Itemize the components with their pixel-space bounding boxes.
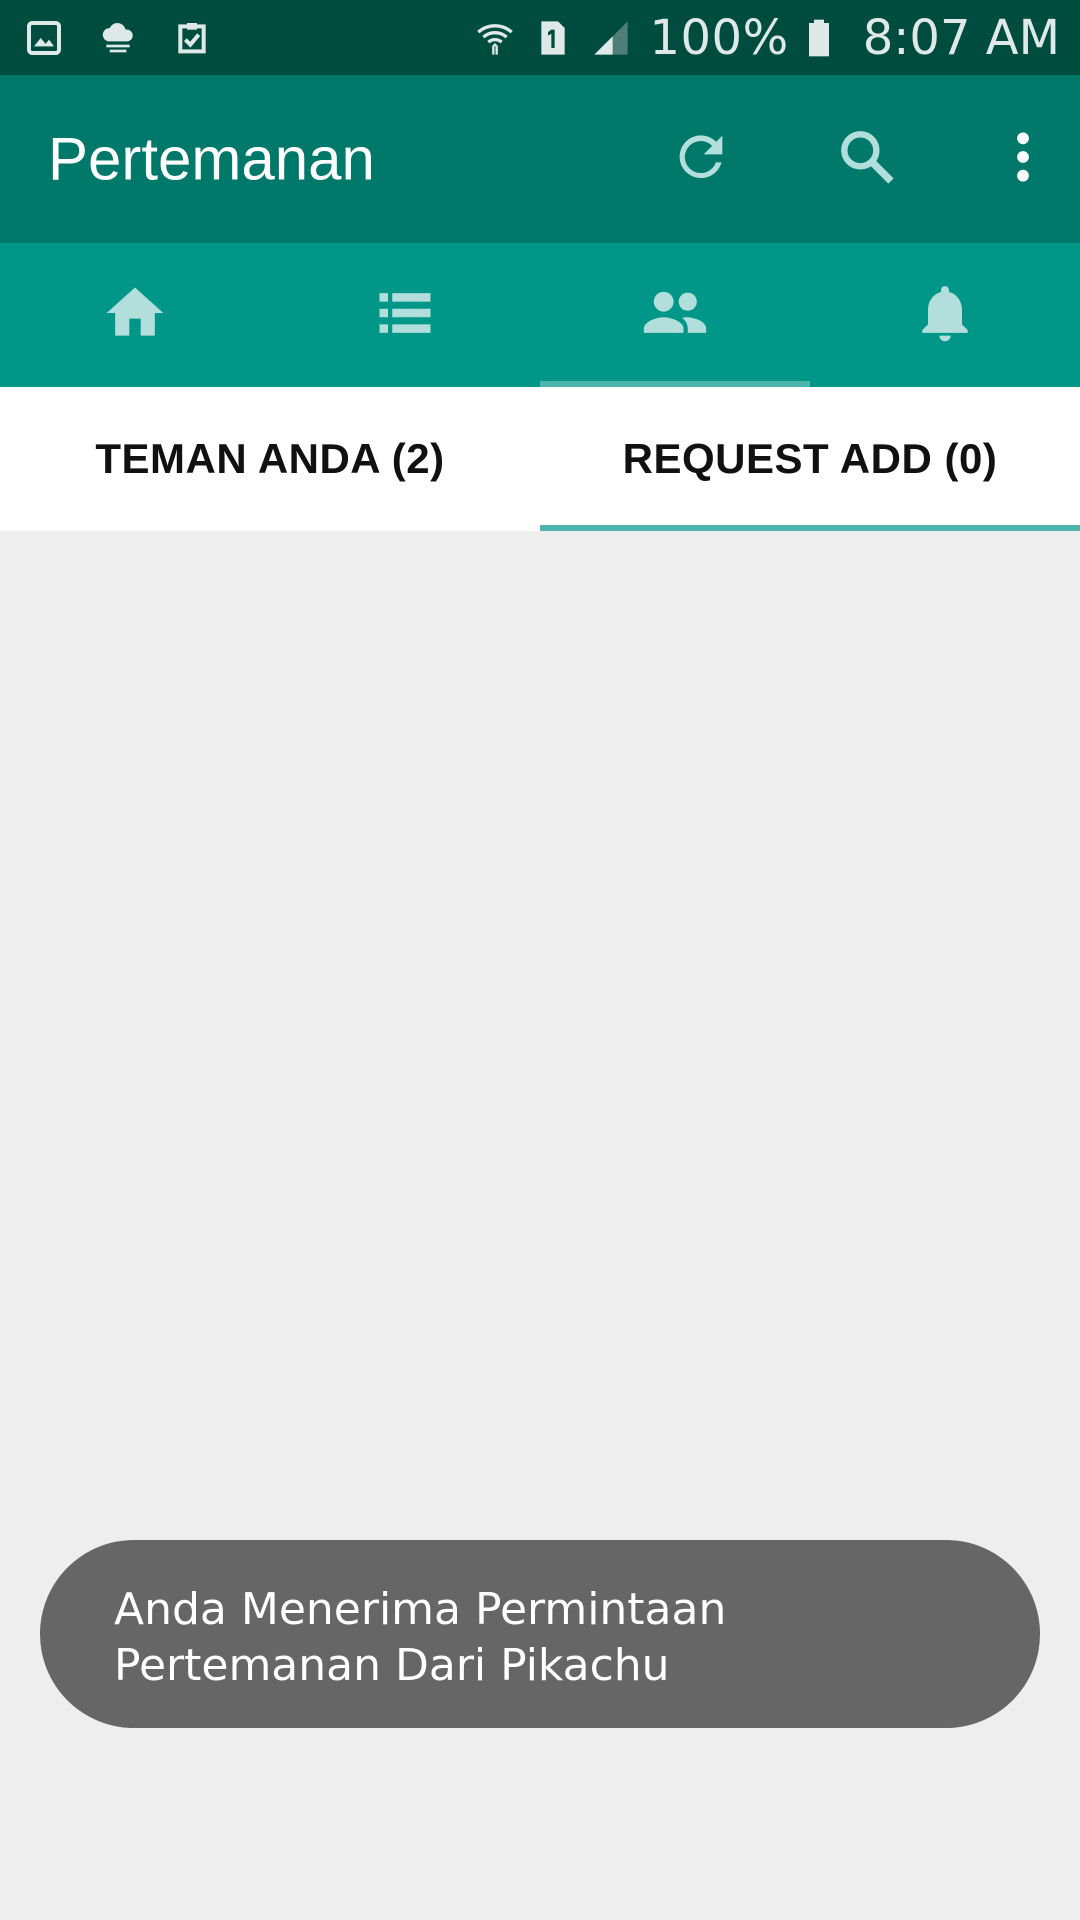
tab-list[interactable] <box>270 243 540 387</box>
cloud-icon <box>96 16 140 60</box>
home-icon <box>101 279 169 352</box>
friends-subtab-bar: TEMAN ANDA (2) REQUEST ADD (0) <box>0 387 1080 531</box>
overflow-menu-button[interactable] <box>978 104 1068 214</box>
wifi-icon <box>473 16 517 60</box>
battery-percentage: 100% <box>649 9 789 66</box>
tab-friends[interactable] <box>540 243 810 387</box>
status-bar-notifications <box>0 16 214 60</box>
refresh-icon <box>669 125 733 194</box>
search-icon <box>835 125 899 194</box>
gallery-icon <box>22 16 66 60</box>
more-vert-icon <box>991 125 1055 194</box>
search-button[interactable] <box>812 104 922 214</box>
page-title: Pertemanan <box>48 125 375 193</box>
app-bar-actions <box>646 75 1080 243</box>
refresh-button[interactable] <box>646 104 756 214</box>
status-bar-system: 100% 8:07 AM <box>473 10 1080 66</box>
tab-notifications[interactable] <box>810 243 1080 387</box>
bell-icon <box>911 279 979 352</box>
tab-label: REQUEST ADD (0) <box>622 435 998 482</box>
clipboard-check-icon <box>170 16 214 60</box>
battery-icon <box>797 16 841 60</box>
list-icon <box>371 279 439 352</box>
app-bar: Pertemanan <box>0 75 1080 243</box>
signal-icon <box>589 16 633 60</box>
tab-teman-anda[interactable]: TEMAN ANDA (2) <box>0 387 540 531</box>
clock: 8:07 AM <box>862 9 1060 66</box>
toast-text: Anda Menerima Permintaan Pertemanan Dari… <box>114 1584 727 1691</box>
status-bar: 100% 8:07 AM <box>0 0 1080 75</box>
toast-message: Anda Menerima Permintaan Pertemanan Dari… <box>40 1540 1040 1728</box>
tab-label: TEMAN ANDA (2) <box>95 435 445 482</box>
tab-request-add[interactable]: REQUEST ADD (0) <box>540 387 1080 531</box>
icon-tab-bar <box>0 243 1080 387</box>
sim-1-icon <box>531 16 575 60</box>
people-icon <box>641 279 709 352</box>
tab-home[interactable] <box>0 243 270 387</box>
screen: 100% 8:07 AM Pertemanan TEMAN ANDA (2) R… <box>0 0 1080 1920</box>
